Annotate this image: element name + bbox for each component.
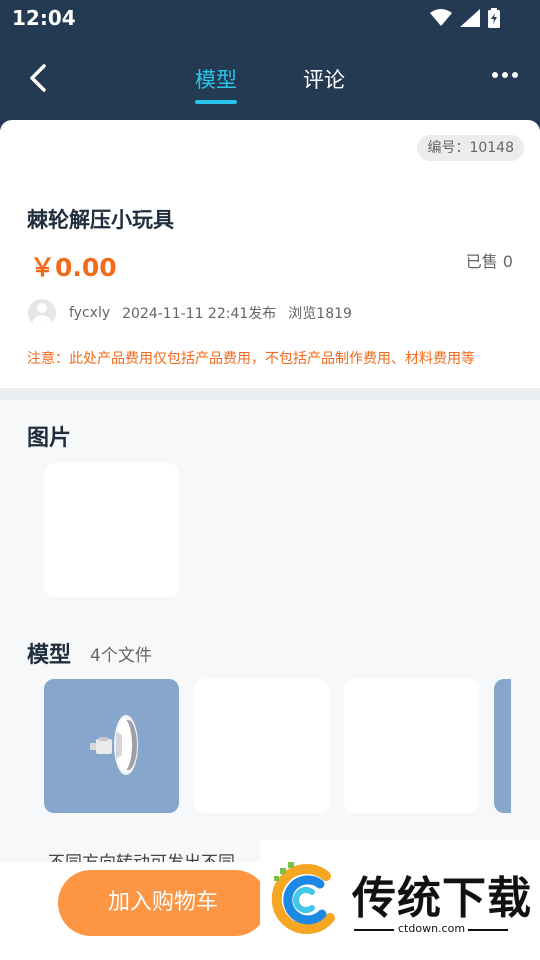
author-meta: fycxly 2024-11-11 22:41发布 浏览1819 [28,298,364,328]
status-bar: 12:04 [0,0,540,36]
watermark-text: 传统下载 [352,873,532,924]
product-info: 棘轮解压小玩具 ￥0.00 已售 0 fycxly 2024-11-11 22:… [0,178,540,388]
tab-comments[interactable]: 评论 [303,64,345,94]
product-title: 棘轮解压小玩具 [27,208,174,232]
author-name[interactable]: fycxly [69,305,110,321]
publish-time: 2024-11-11 22:41发布 [122,306,277,322]
view-count: 浏览1819 [288,306,352,322]
model-thumbnail[interactable] [44,679,179,813]
watermark-line [468,929,508,931]
watermark-url: ctdown.com [398,922,466,935]
tab-model[interactable]: 模型 [195,64,237,94]
models-title: 模型 [27,643,72,668]
wifi-icon [430,9,452,26]
model-thumbnail[interactable] [494,679,511,813]
watermark-logo-icon [271,862,335,935]
header: 12:04 模型 评论 [0,0,540,130]
product-price: ￥0.00 [30,253,117,282]
avatar[interactable] [28,299,56,327]
battery-icon [488,8,500,28]
model-thumbnail[interactable] [194,679,329,813]
product-banner: 编号：10148 [0,120,540,178]
add-to-cart-button[interactable]: 加入购物车 [58,870,268,936]
models-file-count: 4个文件 [90,646,152,666]
signal-icon [460,9,480,27]
back-arrow-icon[interactable] [26,62,54,94]
nav-bar: 模型 评论 [0,50,540,106]
status-icons [430,8,500,28]
model-thumbnail[interactable] [344,679,479,813]
serial-badge: 编号：10148 [417,135,524,161]
pictures-title: 图片 [27,426,72,451]
active-tab-indicator [195,100,237,104]
watermark-line [354,929,394,931]
ratchet-model-image [90,715,138,775]
section-divider [0,388,540,400]
status-time: 12:04 [12,6,76,30]
fee-notice: 注意：此处产品费用仅包括产品费用，不包括产品制作费用、材料费用等 [27,351,475,367]
more-icon[interactable] [492,72,518,78]
picture-thumbnail[interactable] [44,463,179,597]
sold-count: 已售 0 [465,252,513,271]
